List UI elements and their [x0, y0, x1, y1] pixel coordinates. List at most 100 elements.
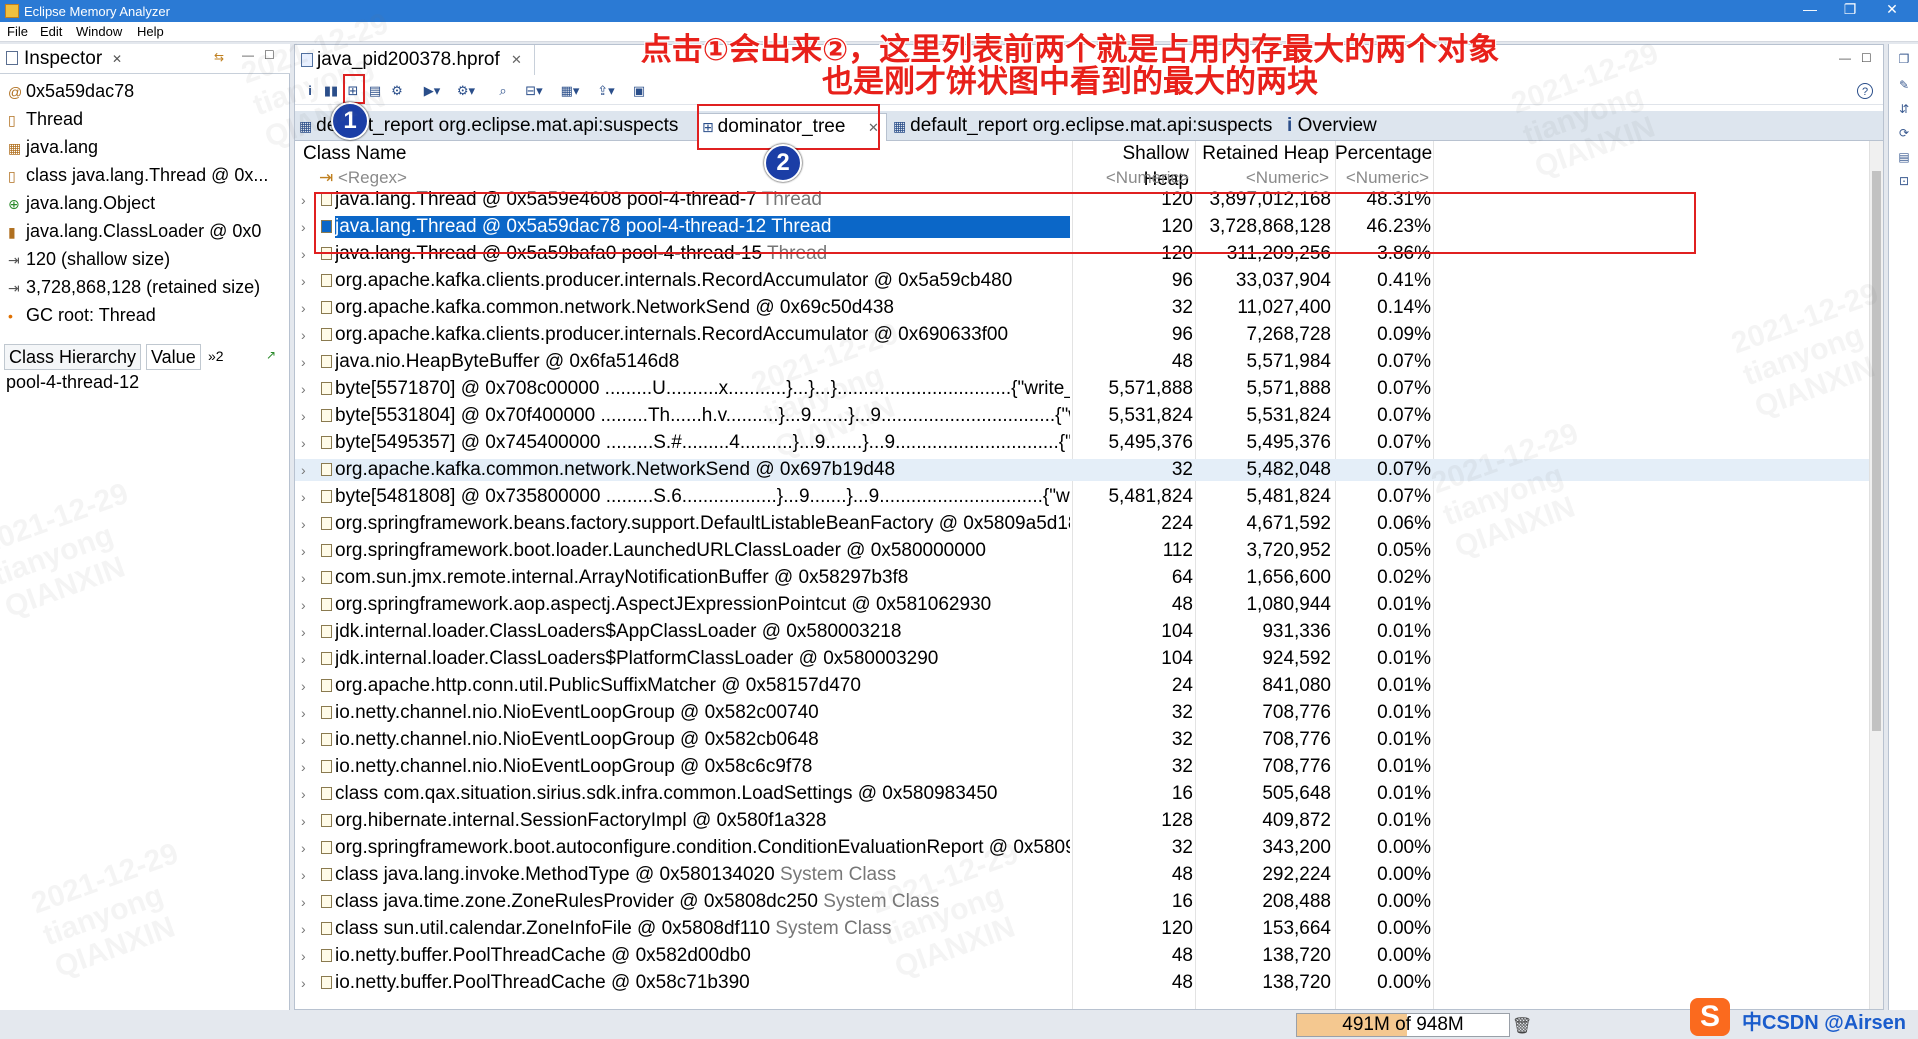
link-icon[interactable]: ⇆ — [214, 50, 224, 64]
table-row[interactable]: › byte[5531804] @ 0x70f400000 .........Th… — [295, 405, 1869, 427]
table-row[interactable]: › class sun.util.calendar.ZoneInfoFile @ … — [295, 918, 1869, 940]
table-row[interactable]: › io.netty.channel.nio.NioEventLoopGroup … — [295, 756, 1869, 778]
expand-chevron-icon[interactable]: › — [301, 702, 306, 724]
expand-chevron-icon[interactable]: › — [301, 297, 306, 319]
menu-edit[interactable]: Edit — [40, 24, 62, 39]
table-row[interactable]: › org.springframework.boot.loader.Launche… — [295, 540, 1869, 562]
navigation-history-icon[interactable]: ⇵ — [1897, 102, 1911, 116]
expand-chevron-icon[interactable]: › — [301, 675, 306, 697]
thread-overview-icon[interactable]: ⚙ — [389, 83, 405, 99]
expand-chevron-icon[interactable]: › — [301, 621, 306, 643]
notes-icon[interactable]: ✎ — [1897, 78, 1911, 92]
regex-filter[interactable]: ⇥ <Regex> — [319, 167, 407, 189]
table-row[interactable]: › io.netty.buffer.PoolThreadCache @ 0x582… — [295, 945, 1869, 967]
oql-icon[interactable]: ▤ — [367, 83, 383, 99]
expand-chevron-icon[interactable]: › — [301, 405, 306, 427]
minimize-button[interactable]: — — [1790, 1, 1830, 21]
table-row[interactable]: › org.springframework.beans.factory.suppo… — [295, 513, 1869, 535]
menu-window[interactable]: Window — [76, 24, 122, 39]
expand-chevron-icon[interactable]: › — [301, 837, 306, 859]
help-icon[interactable]: ? — [1857, 83, 1873, 99]
expand-chevron-icon[interactable]: › — [301, 486, 306, 508]
close-icon[interactable]: ✕ — [511, 52, 522, 68]
maximize-icon[interactable]: ☐ — [264, 48, 275, 62]
table-row[interactable]: › org.hibernate.internal.SessionFactoryIm… — [295, 810, 1869, 832]
expand-chevron-icon[interactable]: › — [301, 513, 306, 535]
table-row[interactable]: › org.springframework.boot.autoconfigure.… — [295, 837, 1869, 859]
column-shallow-heap[interactable]: Shallow Heap — [1075, 141, 1189, 190]
restore-icon[interactable]: ❐ — [1897, 52, 1911, 66]
retained-filter[interactable]: <Numeric> — [1195, 167, 1329, 189]
expand-chevron-icon[interactable]: › — [301, 729, 306, 751]
tab-default-report-2[interactable]: ▦ default_report org.eclipse.mat.api:sus… — [889, 113, 1279, 141]
table-row[interactable]: › io.netty.channel.nio.NioEventLoopGroup … — [295, 729, 1869, 751]
table-row[interactable]: › org.apache.kafka.clients.producer.inter… — [295, 270, 1869, 292]
table-row[interactable]: › org.apache.kafka.common.network.Network… — [295, 297, 1869, 319]
table-row[interactable]: › jdk.internal.loader.ClassLoaders$Platfo… — [295, 648, 1869, 670]
expand-chevron-icon[interactable]: › — [301, 189, 306, 211]
expand-chevron-icon[interactable]: › — [301, 324, 306, 346]
close-icon[interactable]: ✕ — [112, 52, 122, 66]
table-row[interactable]: › io.netty.buffer.PoolThreadCache @ 0x58c… — [295, 972, 1869, 994]
menu-file[interactable]: File — [7, 24, 28, 39]
expand-chevron-icon[interactable]: › — [301, 243, 306, 265]
table-row[interactable]: › org.apache.http.conn.util.PublicSuffixM… — [295, 675, 1869, 697]
group-by-icon[interactable]: ⊟▾ — [523, 83, 545, 99]
expand-chevron-icon[interactable]: › — [301, 567, 306, 589]
info-icon[interactable]: i — [305, 83, 315, 99]
scrollbar-thumb[interactable] — [1872, 171, 1881, 731]
tab-overflow[interactable]: »2 — [204, 344, 228, 370]
table-row[interactable]: › class com.qax.situation.sirius.sdk.infr… — [295, 783, 1869, 805]
table-row[interactable]: › byte[5571870] @ 0x708c00000 .........U.… — [295, 378, 1869, 400]
expand-chevron-icon[interactable]: › — [301, 270, 306, 292]
close-button[interactable]: ✕ — [1872, 1, 1912, 21]
expand-chevron-icon[interactable]: › — [301, 351, 306, 373]
query-browser-icon[interactable]: ⚙▾ — [455, 83, 477, 99]
percentage-filter[interactable]: <Numeric> — [1335, 167, 1429, 189]
minimize-icon[interactable]: — — [242, 48, 254, 62]
expand-chevron-icon[interactable]: › — [301, 783, 306, 805]
column-class-name[interactable]: Class Name — [303, 141, 406, 167]
expand-chevron-icon[interactable]: › — [301, 864, 306, 886]
run-report-icon[interactable]: ▶▾ — [421, 83, 443, 99]
expand-chevron-icon[interactable]: › — [301, 918, 306, 940]
garbage-collect-icon[interactable]: 🗑 — [1512, 1016, 1532, 1036]
expand-chevron-icon[interactable]: › — [301, 216, 306, 238]
minimize-icon[interactable]: — — [1839, 51, 1851, 65]
tab-class-hierarchy[interactable]: Class Hierarchy — [4, 344, 142, 370]
table-row[interactable]: › class java.time.zone.ZoneRulesProvider … — [295, 891, 1869, 913]
column-retained-heap[interactable]: Retained Heap — [1195, 141, 1329, 167]
table-row[interactable]: › org.apache.kafka.clients.producer.inter… — [295, 324, 1869, 346]
tab-value[interactable]: Value — [146, 344, 201, 370]
expand-chevron-icon[interactable]: › — [301, 540, 306, 562]
expand-chevron-icon[interactable]: › — [301, 378, 306, 400]
pin-icon[interactable]: ↗ — [266, 348, 276, 362]
table-row[interactable]: › byte[5481808] @ 0x735800000 .........S.… — [295, 486, 1869, 508]
search-icon[interactable]: ⌕ — [495, 83, 511, 99]
table-row[interactable]: › com.sun.jmx.remote.internal.ArrayNotifi… — [295, 567, 1869, 589]
restore-button[interactable]: ❐ — [1830, 1, 1870, 21]
expand-chevron-icon[interactable]: › — [301, 594, 306, 616]
progress-icon[interactable]: ⟳ — [1897, 126, 1911, 140]
calculate-retained-icon[interactable]: ▦▾ — [559, 83, 581, 99]
expand-chevron-icon[interactable]: › — [301, 945, 306, 967]
tab-heap-dump[interactable]: java_pid200378.hprof ✕ — [295, 45, 535, 75]
vertical-scrollbar[interactable] — [1869, 141, 1883, 1009]
table-row[interactable]: › jdk.internal.loader.ClassLoaders$AppCla… — [295, 621, 1869, 643]
expand-chevron-icon[interactable]: › — [301, 810, 306, 832]
expand-chevron-icon[interactable]: › — [301, 756, 306, 778]
table-row[interactable]: › org.springframework.aop.aspectj.AspectJ… — [295, 594, 1869, 616]
expand-chevron-icon[interactable]: › — [301, 891, 306, 913]
expand-chevron-icon[interactable]: › — [301, 972, 306, 994]
histogram-icon[interactable]: ▮▮ — [323, 83, 339, 99]
tab-overview[interactable]: i Overview — [1283, 113, 1423, 141]
menu-help[interactable]: Help — [137, 24, 164, 39]
maximize-icon[interactable]: ☐ — [1861, 51, 1872, 65]
heap-status[interactable]: 491M of 948M — [1296, 1013, 1510, 1037]
expand-chevron-icon[interactable]: › — [301, 432, 306, 454]
column-percentage[interactable]: Percentage — [1335, 141, 1432, 167]
bundles-icon[interactable]: ⊡ — [1897, 174, 1911, 188]
compare-icon[interactable]: ▤ — [1897, 150, 1911, 164]
table-row[interactable]: › class java.lang.invoke.MethodType @ 0x5… — [295, 864, 1869, 886]
expand-chevron-icon[interactable]: › — [301, 459, 306, 481]
